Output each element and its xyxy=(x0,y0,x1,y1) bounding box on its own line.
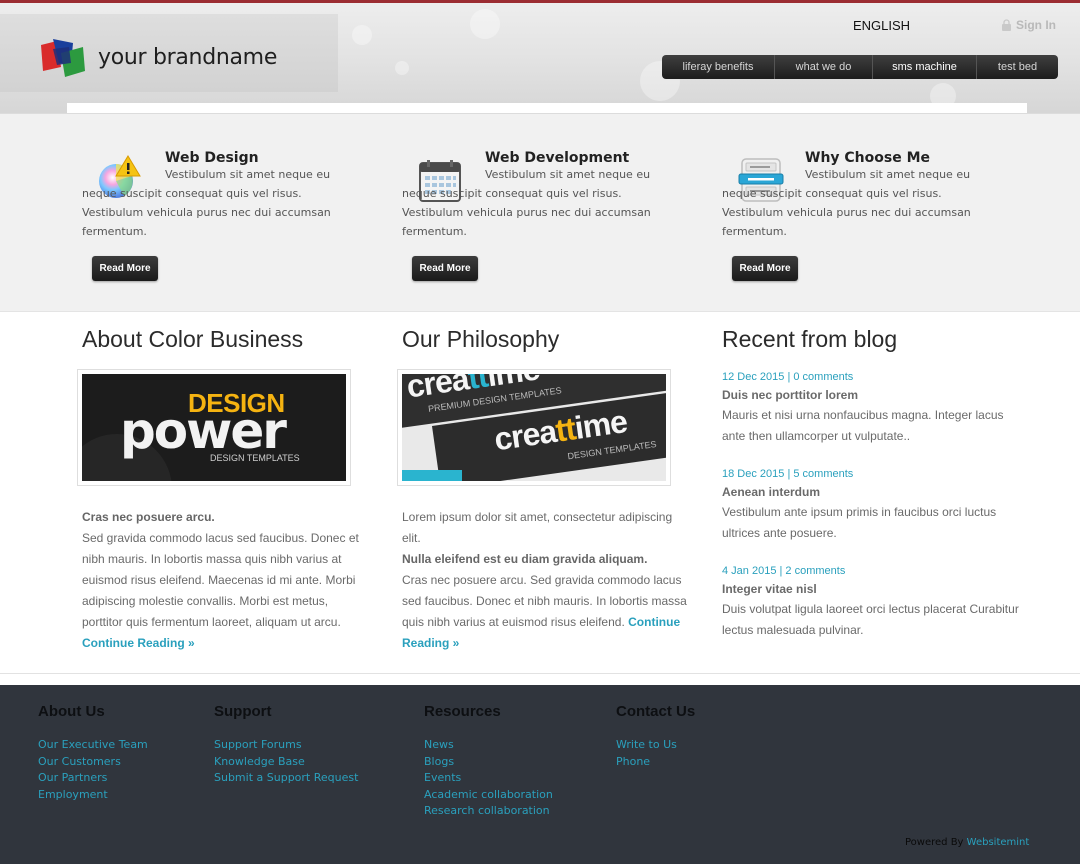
footer-link[interactable]: Research collaboration xyxy=(424,803,553,820)
language-selector[interactable]: ENGLISH xyxy=(853,18,910,33)
header: your brandname ENGLISH Sign In liferay b… xyxy=(0,0,1080,113)
powered-by-label: Powered By xyxy=(905,837,964,848)
powered-by: Powered By Websitemint xyxy=(905,837,1029,848)
brand-name[interactable]: your brandname xyxy=(98,45,277,70)
nav-item-sms-machine[interactable]: sms machine xyxy=(873,55,977,79)
footer-link[interactable]: Our Partners xyxy=(38,770,148,787)
footer-separator xyxy=(0,673,1080,685)
blog-date: 12 Dec 2015 xyxy=(722,371,785,383)
feature-title: Web Design xyxy=(165,150,259,166)
feature-web-development: Web Development Vestibulum sit amet nequ… xyxy=(402,114,702,313)
footer-link[interactable]: Events xyxy=(424,770,553,787)
sign-in-label: Sign In xyxy=(1016,18,1056,32)
footer-link[interactable]: News xyxy=(424,737,553,754)
blog-meta[interactable]: 12 Dec 2015 | 0 comments xyxy=(722,370,1022,384)
footer-link[interactable]: Submit a Support Request xyxy=(214,770,358,787)
read-more-button[interactable]: Read More xyxy=(92,256,158,281)
feature-why-choose-me: Why Choose Me Vestibulum sit amet neque … xyxy=(722,114,1022,313)
blog-post: 18 Dec 2015 | 5 comments Aenean interdum… xyxy=(722,467,1022,544)
about-lead: Cras nec posuere arcu. xyxy=(82,510,215,524)
footer-link[interactable]: Support Forums xyxy=(214,737,358,754)
blog-comments: 0 comments xyxy=(793,371,854,383)
footer-column-title: About Us xyxy=(38,703,105,720)
brand-logo[interactable] xyxy=(39,37,87,79)
philosophy-lead: Nulla eleifend est eu diam gravida aliqu… xyxy=(402,552,648,566)
header-content-strip xyxy=(67,103,1027,113)
powered-by-link[interactable]: Websitemint xyxy=(967,837,1030,848)
section-title: About Color Business xyxy=(82,326,304,352)
design-power-banner: DESIGN power DESIGN TEMPLATES xyxy=(82,374,346,481)
footer-column-title: Contact Us xyxy=(616,703,696,720)
banner-accent-block xyxy=(402,470,462,481)
banner-power-text: power xyxy=(120,402,287,460)
blog-date: 18 Dec 2015 xyxy=(722,468,785,480)
nav-item-liferay-benefits[interactable]: liferay benefits xyxy=(662,55,775,79)
nav-item-test-bed[interactable]: test bed xyxy=(977,55,1058,79)
footer: About Us Our Executive Team Our Customer… xyxy=(0,685,1080,864)
blog-meta[interactable]: 18 Dec 2015 | 5 comments xyxy=(722,467,1022,481)
feature-title: Web Development xyxy=(485,150,630,166)
footer-link[interactable]: Knowledge Base xyxy=(214,754,358,771)
read-more-button[interactable]: Read More xyxy=(412,256,478,281)
footer-column-contact-us: Contact Us Write to Us Phone xyxy=(616,703,695,770)
feature-text: Vestibulum sit amet neque eu neque susci… xyxy=(82,168,331,238)
read-more-button[interactable]: Read More xyxy=(732,256,798,281)
blog-title[interactable]: Duis nec porttitor lorem xyxy=(722,385,1022,405)
blog-date: 4 Jan 2015 xyxy=(722,565,777,577)
footer-column-support: Support Support Forums Knowledge Base Su… xyxy=(214,703,358,787)
blog-excerpt: Mauris et nisi urna nonfaucibus magna. I… xyxy=(722,408,1004,443)
blog-title[interactable]: Integer vitae nisl xyxy=(722,579,1022,599)
continue-reading-link[interactable]: Continue Reading » xyxy=(82,636,195,650)
blog-post: 12 Dec 2015 | 0 comments Duis nec portti… xyxy=(722,370,1022,447)
bokeh-decoration xyxy=(352,25,372,45)
blog-excerpt: Duis volutpat ligula laoreet orci lectus… xyxy=(722,602,1019,637)
blog-comments: 5 comments xyxy=(793,468,854,480)
features-band: Web Design Vestibulum sit amet neque eu … xyxy=(0,113,1080,312)
main-nav: liferay benefits what we do sms machine … xyxy=(662,55,1058,79)
brand-text-part: ime xyxy=(572,403,629,446)
brand-text-accent: tt xyxy=(465,374,490,396)
blog-comments: 2 comments xyxy=(785,565,846,577)
about-text: Cras nec posuere arcu. Sed gravida commo… xyxy=(82,507,372,654)
bokeh-decoration xyxy=(470,9,500,39)
feature-text: Vestibulum sit amet neque eu neque susci… xyxy=(722,168,971,238)
banner-subtitle: DESIGN TEMPLATES xyxy=(210,453,300,463)
philosophy-intro: Lorem ipsum dolor sit amet, consectetur … xyxy=(402,510,673,545)
footer-link[interactable]: Write to Us xyxy=(616,737,695,754)
footer-column-title: Support xyxy=(214,703,272,720)
footer-link[interactable]: Phone xyxy=(616,754,695,771)
about-body: Sed gravida commodo lacus sed faucibus. … xyxy=(82,531,359,629)
footer-column-title: Resources xyxy=(424,703,501,720)
footer-column-resources: Resources News Blogs Events Academic col… xyxy=(424,703,553,820)
footer-column-about-us: About Us Our Executive Team Our Customer… xyxy=(38,703,148,803)
section-title: Our Philosophy xyxy=(402,326,560,352)
about-image[interactable]: DESIGN power DESIGN TEMPLATES xyxy=(77,369,351,486)
feature-web-design: Web Design Vestibulum sit amet neque eu … xyxy=(82,114,382,313)
feature-text: Vestibulum sit amet neque eu neque susci… xyxy=(402,168,651,238)
blog-excerpt: Vestibulum ante ipsum primis in faucibus… xyxy=(722,505,997,540)
feature-title: Why Choose Me xyxy=(805,150,931,166)
nav-item-what-we-do[interactable]: what we do xyxy=(775,55,873,79)
blog-post: 4 Jan 2015 | 2 comments Integer vitae ni… xyxy=(722,564,1022,641)
footer-link[interactable]: Employment xyxy=(38,787,148,804)
brand-text-part: crea xyxy=(491,413,559,458)
lock-icon xyxy=(1002,19,1011,31)
philosophy-text: Lorem ipsum dolor sit amet, consectetur … xyxy=(402,507,692,654)
sign-in-link[interactable]: Sign In xyxy=(1001,18,1056,32)
footer-link[interactable]: Our Customers xyxy=(38,754,148,771)
creattime-banner: creattime PREMIUM DESIGN TEMPLATES creat… xyxy=(402,374,666,481)
blog-title[interactable]: Aenean interdum xyxy=(722,482,1022,502)
footer-link[interactable]: Blogs xyxy=(424,754,553,771)
philosophy-image[interactable]: creattime PREMIUM DESIGN TEMPLATES creat… xyxy=(397,369,671,486)
section-title: Recent from blog xyxy=(722,326,898,352)
bokeh-decoration xyxy=(395,61,409,75)
blog-meta[interactable]: 4 Jan 2015 | 2 comments xyxy=(722,564,1022,578)
footer-link[interactable]: Our Executive Team xyxy=(38,737,148,754)
footer-link[interactable]: Academic collaboration xyxy=(424,787,553,804)
